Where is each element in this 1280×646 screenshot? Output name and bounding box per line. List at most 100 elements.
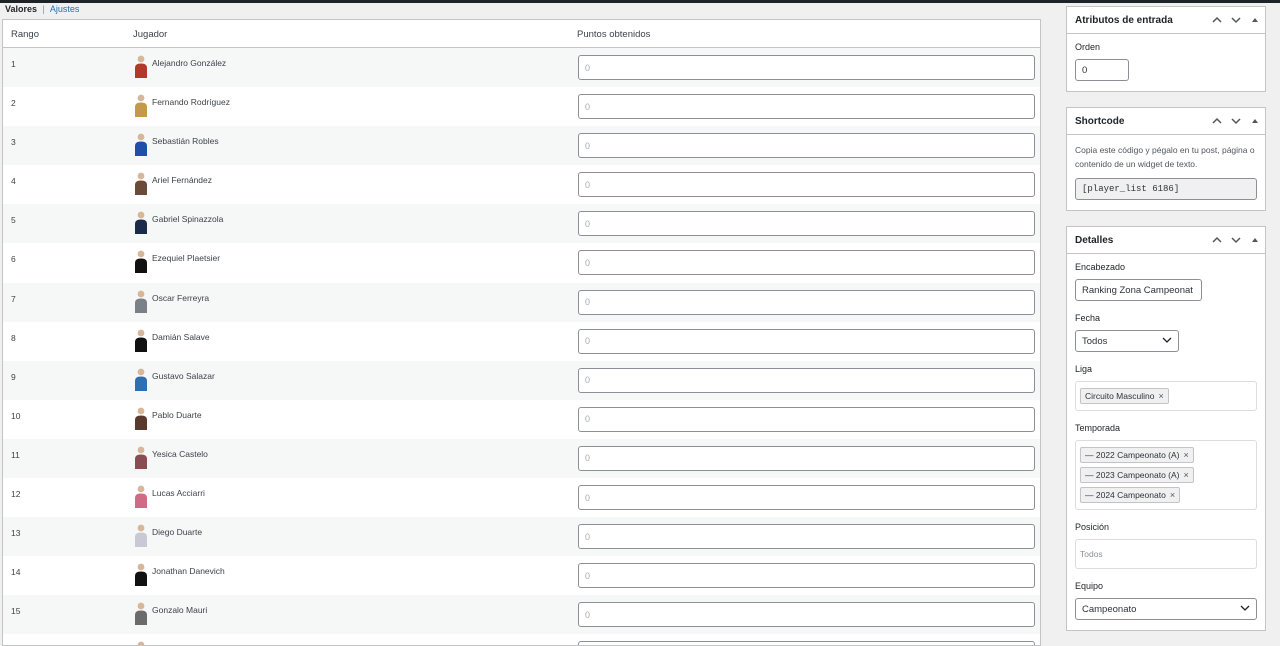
view-tabs: Valores | Ajustes: [5, 4, 79, 14]
table-header: Rango Jugador Puntos obtenidos: [3, 20, 1040, 48]
points-input[interactable]: [578, 641, 1035, 645]
heading-input[interactable]: Ranking Zona Campeonat: [1075, 279, 1202, 301]
player-name[interactable]: Gustavo Salazar: [152, 371, 215, 381]
table-row: 14 Jonathan Danevich: [3, 556, 1040, 595]
points-input[interactable]: [578, 133, 1035, 159]
table-row: 4 Ariel Fernández: [3, 165, 1040, 204]
points-input[interactable]: [578, 563, 1035, 589]
points-input[interactable]: [578, 367, 1035, 393]
move-up-icon[interactable]: [1211, 13, 1223, 27]
points-input[interactable]: [578, 602, 1035, 628]
move-down-icon[interactable]: [1230, 13, 1242, 27]
points-input[interactable]: [578, 250, 1035, 276]
player-avatar: [133, 289, 149, 313]
box-title: Shortcode: [1075, 116, 1125, 127]
points-input[interactable]: [578, 211, 1035, 237]
move-down-icon[interactable]: [1230, 233, 1242, 247]
player-name[interactable]: Lucas Acciarri: [152, 488, 205, 498]
row-rank: 15: [11, 606, 21, 617]
details-box: Detalles Encabezado Ranking Zona Campeon…: [1066, 226, 1266, 631]
player-name[interactable]: Alejandro González: [152, 58, 226, 68]
date-select[interactable]: Todos: [1075, 330, 1179, 352]
table-row: 8 Damián Salave: [3, 322, 1040, 361]
player-name[interactable]: Pablo Duarte: [152, 410, 202, 420]
row-rank: 2: [11, 98, 16, 109]
tab-ajustes[interactable]: Ajustes: [50, 4, 80, 14]
box-title: Atributos de entrada: [1075, 15, 1173, 26]
position-multiselect[interactable]: Todos: [1075, 539, 1257, 569]
heading-label: Encabezado: [1075, 262, 1126, 272]
row-rank: 3: [11, 137, 16, 148]
table-body: 1 Alejandro González 2 Fernando Rodríguez 3 S…: [3, 48, 1040, 645]
row-rank: 11: [11, 449, 20, 460]
points-input[interactable]: [578, 524, 1035, 550]
points-input[interactable]: [578, 406, 1035, 432]
table-row: 16: [3, 634, 1040, 645]
row-rank: 6: [11, 254, 16, 265]
player-name[interactable]: Ezequiel Plaetsier: [152, 253, 220, 263]
league-multiselect[interactable]: Circuito Masculino ×: [1075, 381, 1257, 411]
player-avatar: [133, 367, 149, 391]
move-down-icon[interactable]: [1230, 114, 1242, 128]
remove-chip-icon[interactable]: ×: [1170, 490, 1175, 500]
player-avatar: [133, 601, 149, 626]
box-title: Detalles: [1075, 235, 1114, 246]
row-rank: 14: [11, 567, 21, 578]
player-name[interactable]: Yesica Castelo: [152, 449, 208, 459]
date-select-value: Todos: [1082, 335, 1108, 347]
player-avatar: [133, 210, 149, 235]
move-up-icon[interactable]: [1211, 114, 1223, 128]
player-avatar: [133, 640, 149, 645]
order-input[interactable]: 0: [1075, 59, 1129, 81]
tab-valores[interactable]: Valores: [5, 4, 37, 14]
player-name[interactable]: Fernando Rodríguez: [152, 97, 230, 107]
league-chip: Circuito Masculino ×: [1080, 388, 1169, 404]
sidebar: Atributos de entrada Orden 0 Shortcode C…: [1066, 6, 1266, 646]
player-avatar: [133, 328, 149, 352]
team-label: Equipo: [1075, 581, 1104, 591]
points-input[interactable]: [578, 94, 1035, 120]
collapse-icon[interactable]: [1249, 114, 1261, 128]
player-name[interactable]: Gabriel Spinazzola: [152, 214, 223, 224]
shortcode-field[interactable]: [player_list 6186]: [1075, 178, 1257, 200]
player-avatar: [133, 562, 149, 587]
chevron-down-icon: [1162, 335, 1172, 348]
player-name[interactable]: Sebastián Robles: [152, 136, 219, 146]
season-label: Temporada: [1075, 423, 1121, 433]
points-input[interactable]: [578, 172, 1035, 198]
table-row: 5 Gabriel Spinazzola: [3, 204, 1040, 244]
team-select-value: Campeonato: [1082, 603, 1137, 615]
season-multiselect[interactable]: — 2022 Campeonato (A) × — 2023 Campeonato…: [1075, 440, 1257, 510]
points-input[interactable]: [578, 55, 1035, 80]
position-label: Posición: [1075, 522, 1110, 532]
player-name[interactable]: Diego Duarte: [152, 527, 202, 537]
column-header-points: Puntos obtenidos: [577, 29, 651, 40]
row-rank: 9: [11, 371, 16, 382]
row-rank: 10: [11, 410, 21, 421]
table-row: 11 Yesica Castelo: [3, 438, 1040, 479]
player-name[interactable]: Ariel Fernández: [152, 175, 212, 185]
points-input[interactable]: [578, 485, 1035, 511]
remove-chip-icon[interactable]: ×: [1184, 470, 1189, 480]
collapse-icon[interactable]: [1249, 233, 1261, 247]
column-header-player: Jugador: [133, 29, 168, 40]
remove-chip-icon[interactable]: ×: [1184, 450, 1189, 460]
table-row: 3 Sebastián Robles: [3, 126, 1040, 166]
points-input[interactable]: [578, 289, 1035, 315]
team-select[interactable]: Campeonato: [1075, 598, 1257, 620]
player-name[interactable]: Oscar Ferreyra: [152, 293, 209, 303]
player-name[interactable]: Jonathan Danevich: [152, 566, 225, 576]
player-values-table: Rango Jugador Puntos obtenidos 1 Alejandr…: [2, 19, 1041, 646]
shortcode-box: Shortcode Copia este código y pégalo en …: [1066, 107, 1266, 211]
player-name[interactable]: Damián Salave: [152, 332, 210, 342]
points-input[interactable]: [578, 445, 1035, 471]
remove-chip-icon[interactable]: ×: [1158, 391, 1163, 401]
row-rank: 7: [11, 293, 16, 304]
collapse-icon[interactable]: [1249, 13, 1261, 27]
row-rank: 12: [11, 489, 21, 500]
box-header: Atributos de entrada: [1067, 7, 1265, 34]
points-input[interactable]: [578, 328, 1035, 354]
move-up-icon[interactable]: [1211, 233, 1223, 247]
player-name[interactable]: Gonzalo Mauri: [152, 605, 207, 615]
input-attributes-box: Atributos de entrada Orden 0: [1066, 6, 1266, 92]
